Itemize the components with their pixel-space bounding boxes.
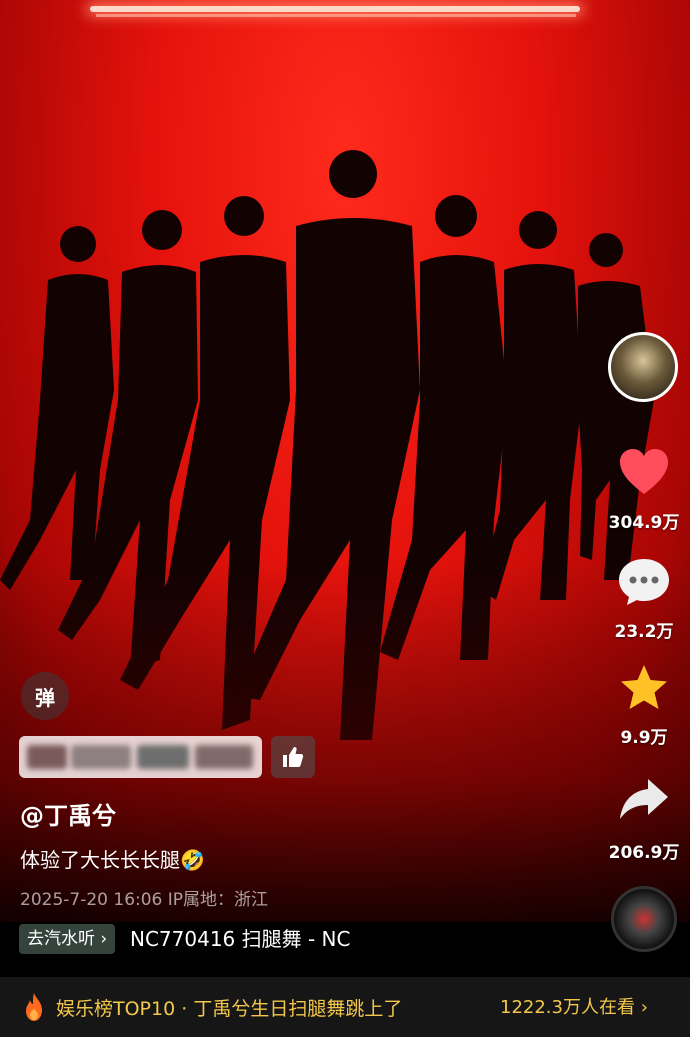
danmu-toggle-button[interactable]: 弹 — [21, 672, 69, 720]
comment-icon — [619, 559, 669, 605]
post-meta: 2025-7-20 16:06 IP属地：浙江 — [20, 885, 268, 910]
comment-count: 23.2万 — [614, 622, 674, 642]
video-player[interactable] — [0, 0, 690, 922]
fire-icon — [26, 993, 42, 1021]
favorite-button[interactable] — [612, 660, 676, 716]
favorite-count: 9.9万 — [620, 728, 668, 748]
post-date: 2025-7-20 16:06 — [20, 890, 163, 910]
like-button[interactable] — [612, 444, 676, 500]
comment-button[interactable] — [612, 554, 676, 610]
like-count: 304.9万 — [608, 513, 680, 533]
neon-light — [90, 6, 580, 12]
trending-viewers[interactable]: 1222.3万人在看 › — [500, 993, 690, 1019]
listen-in-app-button[interactable]: 去汽水听 › — [19, 924, 116, 954]
danmu-like-button[interactable] — [271, 736, 315, 778]
music-disc[interactable] — [611, 886, 677, 952]
author-avatar[interactable] — [608, 332, 678, 402]
song-title[interactable]: NC770416 扫腿舞 - NC — [130, 924, 400, 954]
neon-light-secondary — [96, 14, 576, 17]
blurred-danmu-input[interactable] — [19, 736, 262, 778]
heart-icon — [620, 449, 668, 494]
share-icon — [620, 779, 668, 819]
trending-bar[interactable]: 娱乐榜TOP10 · 丁禹兮生日扫腿舞跳上了 1222.3万人在看 › — [0, 977, 690, 1037]
share-button[interactable] — [612, 772, 676, 828]
video-caption: 体验了大长长长腿🤣 — [20, 848, 205, 872]
trending-text: 娱乐榜TOP10 · 丁禹兮生日扫腿舞跳上了 — [56, 997, 403, 1020]
star-icon — [621, 665, 667, 709]
share-count: 206.9万 — [608, 843, 680, 863]
thumb-up-icon — [283, 747, 304, 767]
music-strip[interactable]: 去汽水听 › NC770416 扫腿舞 - NC — [0, 922, 600, 958]
author-name[interactable]: @丁禹兮 — [20, 796, 116, 831]
ip-location: IP属地：浙江 — [167, 890, 269, 910]
